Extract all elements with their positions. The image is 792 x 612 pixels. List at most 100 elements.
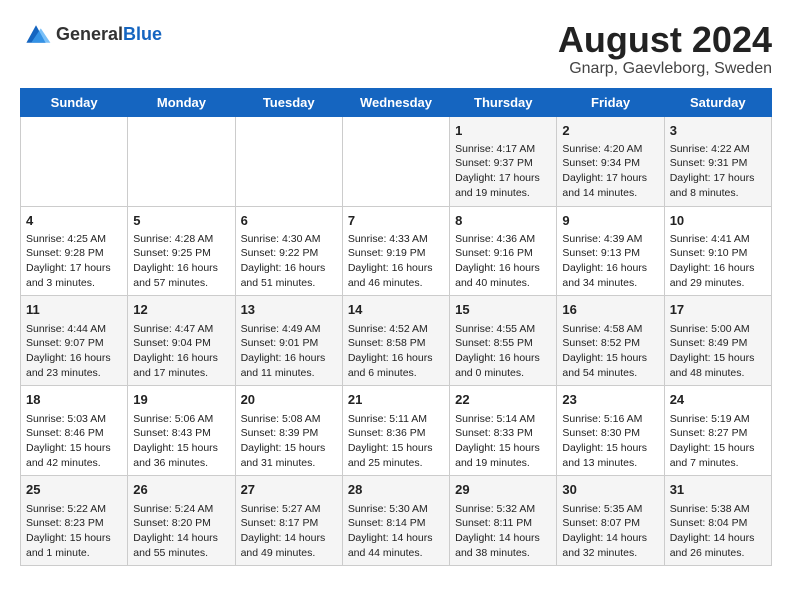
sunrise-text: Sunrise: 5:30 AM <box>348 502 444 517</box>
daylight-text: Daylight: 15 hours and 25 minutes. <box>348 441 444 470</box>
sunset-text: Sunset: 8:33 PM <box>455 426 551 441</box>
day-number: 20 <box>241 391 337 409</box>
calendar-cell: 22 Sunrise: 5:14 AMSunset: 8:33 PMDayligh… <box>450 386 557 476</box>
sunset-text: Sunset: 8:30 PM <box>562 426 658 441</box>
daylight-text: Daylight: 15 hours and 48 minutes. <box>670 351 766 380</box>
sunrise-text: Sunrise: 5:11 AM <box>348 412 444 427</box>
main-title: August 2024 <box>558 20 772 60</box>
calendar-week-1: 1Sunrise: 4:17 AMSunset: 9:37 PMDaylight… <box>21 116 772 206</box>
sunrise-text: Sunrise: 4:28 AM <box>133 232 229 247</box>
calendar-cell: 30Sunrise: 5:35 AMSunset: 8:07 PMDayligh… <box>557 476 664 566</box>
calendar-cell: 15Sunrise: 4:55 AMSunset: 8:55 PMDayligh… <box>450 296 557 386</box>
sunset-text: Sunset: 9:31 PM <box>670 156 766 171</box>
day-number: 1 <box>455 122 551 140</box>
sunrise-text: Sunrise: 4:25 AM <box>26 232 122 247</box>
day-number: 8 <box>455 212 551 230</box>
sunrise-text: Sunrise: 5:03 AM <box>26 412 122 427</box>
sunset-text: Sunset: 8:07 PM <box>562 516 658 531</box>
sunset-text: Sunset: 8:43 PM <box>133 426 229 441</box>
daylight-text: Daylight: 16 hours and 17 minutes. <box>133 351 229 380</box>
day-number: 25 <box>26 481 122 499</box>
day-number: 19 <box>133 391 229 409</box>
sunrise-text: Sunrise: 5:24 AM <box>133 502 229 517</box>
day-number: 9 <box>562 212 658 230</box>
sunrise-text: Sunrise: 4:44 AM <box>26 322 122 337</box>
daylight-text: Daylight: 15 hours and 54 minutes. <box>562 351 658 380</box>
sunrise-text: Sunrise: 4:39 AM <box>562 232 658 247</box>
sunrise-text: Sunrise: 4:47 AM <box>133 322 229 337</box>
daylight-text: Daylight: 17 hours and 19 minutes. <box>455 171 551 200</box>
day-number: 10 <box>670 212 766 230</box>
sunrise-text: Sunrise: 4:20 AM <box>562 142 658 157</box>
daylight-text: Daylight: 16 hours and 34 minutes. <box>562 261 658 290</box>
calendar-cell: 4Sunrise: 4:25 AMSunset: 9:28 PMDaylight… <box>21 206 128 296</box>
calendar-cell: 23Sunrise: 5:16 AMSunset: 8:30 PMDayligh… <box>557 386 664 476</box>
day-number: 14 <box>348 301 444 319</box>
weekday-header-wednesday: Wednesday <box>342 88 449 116</box>
sunrise-text: Sunrise: 4:41 AM <box>670 232 766 247</box>
sunrise-text: Sunrise: 4:30 AM <box>241 232 337 247</box>
daylight-text: Daylight: 16 hours and 29 minutes. <box>670 261 766 290</box>
weekday-header-friday: Friday <box>557 88 664 116</box>
daylight-text: Daylight: 16 hours and 46 minutes. <box>348 261 444 290</box>
calendar-cell: 14Sunrise: 4:52 AMSunset: 8:58 PMDayligh… <box>342 296 449 386</box>
day-number: 22 <box>455 391 551 409</box>
calendar-cell: 13Sunrise: 4:49 AMSunset: 9:01 PMDayligh… <box>235 296 342 386</box>
calendar-cell <box>128 116 235 206</box>
sunset-text: Sunset: 8:23 PM <box>26 516 122 531</box>
sunset-text: Sunset: 8:36 PM <box>348 426 444 441</box>
calendar-cell: 6Sunrise: 4:30 AMSunset: 9:22 PMDaylight… <box>235 206 342 296</box>
sunrise-text: Sunrise: 5:00 AM <box>670 322 766 337</box>
calendar-cell: 18Sunrise: 5:03 AMSunset: 8:46 PMDayligh… <box>21 386 128 476</box>
weekday-header-thursday: Thursday <box>450 88 557 116</box>
weekday-header-tuesday: Tuesday <box>235 88 342 116</box>
day-number: 17 <box>670 301 766 319</box>
day-number: 21 <box>348 391 444 409</box>
daylight-text: Daylight: 14 hours and 32 minutes. <box>562 531 658 560</box>
daylight-text: Daylight: 14 hours and 55 minutes. <box>133 531 229 560</box>
calendar-week-5: 25Sunrise: 5:22 AMSunset: 8:23 PMDayligh… <box>21 476 772 566</box>
daylight-text: Daylight: 17 hours and 8 minutes. <box>670 171 766 200</box>
day-number: 26 <box>133 481 229 499</box>
sunrise-text: Sunrise: 5:27 AM <box>241 502 337 517</box>
sunset-text: Sunset: 8:17 PM <box>241 516 337 531</box>
daylight-text: Daylight: 15 hours and 19 minutes. <box>455 441 551 470</box>
sunset-text: Sunset: 9:25 PM <box>133 246 229 261</box>
daylight-text: Daylight: 15 hours and 36 minutes. <box>133 441 229 470</box>
sunrise-text: Sunrise: 4:22 AM <box>670 142 766 157</box>
sunrise-text: Sunrise: 5:32 AM <box>455 502 551 517</box>
sunrise-text: Sunrise: 5:35 AM <box>562 502 658 517</box>
daylight-text: Daylight: 14 hours and 44 minutes. <box>348 531 444 560</box>
calendar-cell <box>342 116 449 206</box>
sunset-text: Sunset: 8:39 PM <box>241 426 337 441</box>
calendar-cell <box>235 116 342 206</box>
sunset-text: Sunset: 9:37 PM <box>455 156 551 171</box>
sunset-text: Sunset: 9:16 PM <box>455 246 551 261</box>
sunrise-text: Sunrise: 4:49 AM <box>241 322 337 337</box>
sunset-text: Sunset: 9:22 PM <box>241 246 337 261</box>
sunrise-text: Sunrise: 4:58 AM <box>562 322 658 337</box>
logo-blue: Blue <box>123 24 162 45</box>
calendar-cell: 2Sunrise: 4:20 AMSunset: 9:34 PMDaylight… <box>557 116 664 206</box>
sunrise-text: Sunrise: 4:36 AM <box>455 232 551 247</box>
day-number: 2 <box>562 122 658 140</box>
sunrise-text: Sunrise: 5:19 AM <box>670 412 766 427</box>
logo-general: General <box>56 24 123 45</box>
daylight-text: Daylight: 15 hours and 31 minutes. <box>241 441 337 470</box>
logo-icon <box>20 20 52 48</box>
sunset-text: Sunset: 9:01 PM <box>241 336 337 351</box>
sunrise-text: Sunrise: 5:06 AM <box>133 412 229 427</box>
calendar-cell: 31Sunrise: 5:38 AMSunset: 8:04 PMDayligh… <box>664 476 771 566</box>
calendar-week-4: 18Sunrise: 5:03 AMSunset: 8:46 PMDayligh… <box>21 386 772 476</box>
day-number: 11 <box>26 301 122 319</box>
calendar-cell: 3Sunrise: 4:22 AMSunset: 9:31 PMDaylight… <box>664 116 771 206</box>
sunrise-text: Sunrise: 5:14 AM <box>455 412 551 427</box>
day-number: 12 <box>133 301 229 319</box>
daylight-text: Daylight: 16 hours and 6 minutes. <box>348 351 444 380</box>
day-number: 29 <box>455 481 551 499</box>
daylight-text: Daylight: 15 hours and 1 minute. <box>26 531 122 560</box>
calendar-cell: 8Sunrise: 4:36 AMSunset: 9:16 PMDaylight… <box>450 206 557 296</box>
calendar-cell: 26Sunrise: 5:24 AMSunset: 8:20 PMDayligh… <box>128 476 235 566</box>
calendar-cell: 10Sunrise: 4:41 AMSunset: 9:10 PMDayligh… <box>664 206 771 296</box>
day-number: 23 <box>562 391 658 409</box>
